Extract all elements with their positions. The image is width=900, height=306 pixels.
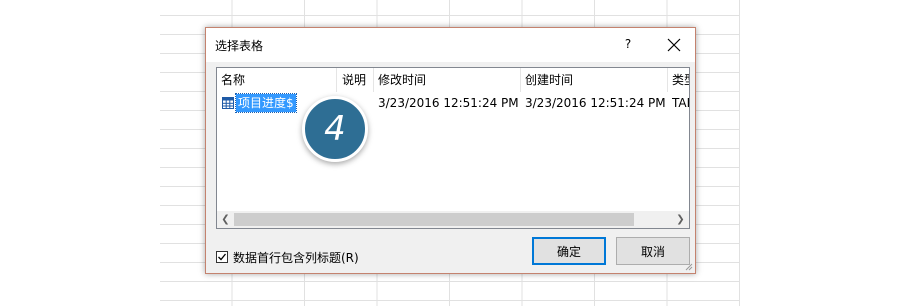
cancel-button[interactable]: 取消	[616, 237, 690, 265]
header-row-checkbox[interactable]	[216, 251, 228, 263]
ok-button[interactable]: 确定	[532, 237, 606, 265]
checkmark-icon	[218, 253, 227, 261]
row-modified: 3/23/2016 12:51:24 PM	[378, 96, 519, 110]
select-table-dialog: 选择表格 ? 名称 说明 修改时间 创建时间 类型 项目进度$	[205, 27, 696, 274]
scroll-thumb[interactable]	[234, 213, 634, 226]
column-header-created[interactable]: 创建时间	[521, 68, 668, 92]
title-bar: 选择表格 ?	[206, 28, 695, 62]
help-button[interactable]: ?	[620, 35, 636, 53]
row-name[interactable]: 项目进度$	[235, 93, 297, 113]
column-header-modified[interactable]: 修改时间	[374, 68, 521, 92]
resize-grip-icon[interactable]	[683, 261, 693, 271]
row-created: 3/23/2016 12:51:24 PM	[525, 96, 666, 110]
table-icon	[222, 97, 234, 109]
dialog-title: 选择表格	[215, 39, 264, 53]
column-header-description[interactable]: 说明	[338, 68, 374, 92]
scroll-right-icon[interactable]: ❯	[672, 211, 689, 228]
close-icon	[667, 38, 681, 52]
close-button[interactable]	[664, 35, 684, 55]
scroll-left-icon[interactable]: ❮	[217, 211, 234, 228]
column-header-type[interactable]: 类型	[668, 68, 689, 92]
horizontal-scrollbar[interactable]: ❮ ❯	[217, 211, 689, 228]
step-number-badge: 4	[302, 96, 368, 162]
header-row-checkbox-label: 数据首行包含列标题(R)	[233, 251, 359, 265]
row-type: TAB	[672, 96, 689, 110]
table-list[interactable]: 名称 说明 修改时间 创建时间 类型 项目进度$ 3/23/2016 12:51…	[216, 67, 690, 229]
table-row[interactable]: 项目进度$ 3/23/2016 12:51:24 PM 3/23/2016 12…	[217, 93, 689, 113]
column-header-name[interactable]: 名称	[217, 68, 337, 92]
list-header: 名称 说明 修改时间 创建时间 类型	[217, 68, 689, 92]
